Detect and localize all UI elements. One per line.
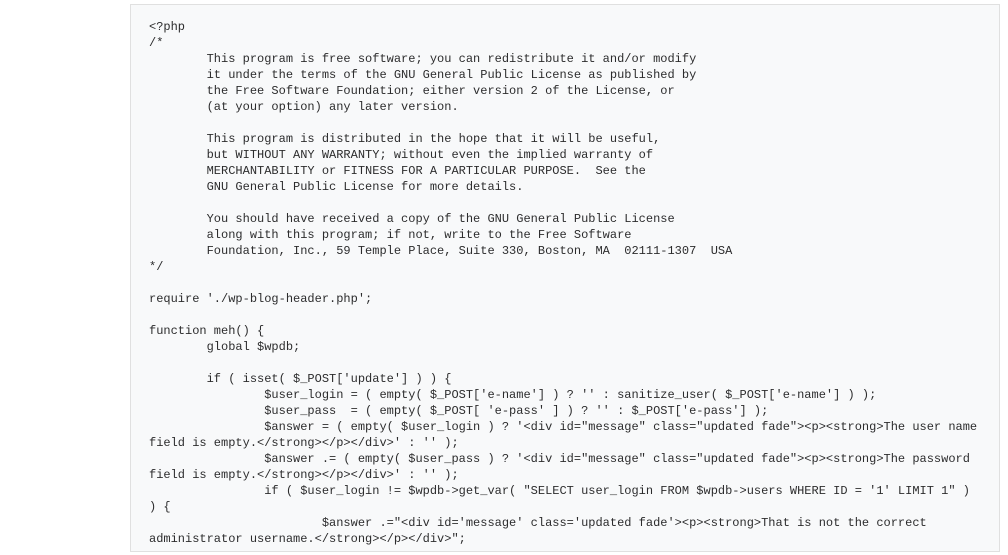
php-code-block: <?php /* This program is free software; … <box>149 19 981 547</box>
code-container: <?php /* This program is free software; … <box>130 4 1000 552</box>
